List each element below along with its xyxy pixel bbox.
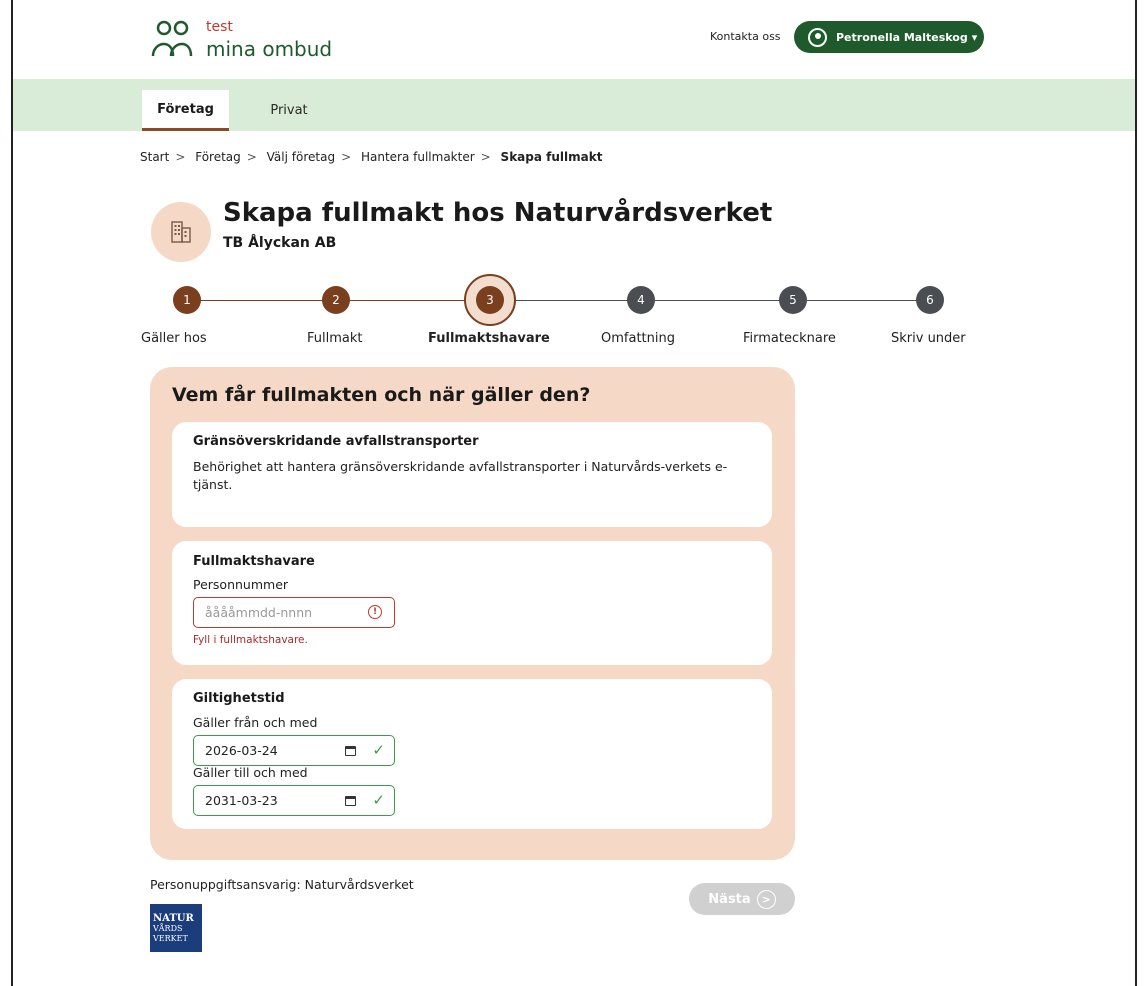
logo-line-1: NATUR	[153, 913, 194, 924]
step-label-2: Fullmakt	[307, 331, 363, 346]
page-frame: test mina ombud Kontakta oss Petronella …	[11, 0, 1137, 986]
stepper-line-todo	[490, 300, 936, 301]
calendar-icon[interactable]	[345, 796, 356, 806]
breadcrumb-separator: >	[480, 150, 491, 164]
step-label-1: Gäller hos	[141, 331, 207, 346]
page-title: Skapa fullmakt hos Naturvårdsverket	[223, 198, 773, 228]
error-icon: !	[368, 605, 382, 619]
personnummer-error: Fyll i fullmaktshavare.	[193, 634, 308, 646]
top-header: test mina ombud Kontakta oss Petronella …	[13, 0, 1135, 79]
main-nav: Företag Privat	[13, 79, 1135, 131]
step-3: 3	[476, 286, 504, 314]
breadcrumb: Start > Företag > Välj företag > Hantera fu…	[140, 150, 608, 164]
logo-line-2: VÅRDS	[153, 924, 183, 933]
logo-test-label: test	[206, 19, 233, 35]
valid-to-input[interactable]: 2031-03-23 ✓	[193, 785, 395, 816]
step-label-6: Skriv under	[891, 331, 966, 346]
holder-title: Fullmaktshavare	[193, 554, 315, 569]
breadcrumb-hantera-fullmakter[interactable]: Hantera fullmakter	[361, 150, 475, 164]
data-controller-text: Personuppgiftsansvarig: Naturvårdsverket	[150, 877, 414, 892]
personnummer-placeholder: ååååmmdd-nnnn	[205, 605, 313, 620]
validity-title: Giltighetstid	[193, 691, 285, 706]
personnummer-input[interactable]: ååååmmdd-nnnn !	[193, 597, 395, 628]
tab-privat[interactable]: Privat	[254, 90, 324, 131]
valid-from-input[interactable]: 2026-03-24 ✓	[193, 735, 395, 766]
chevron-down-icon: ▾	[971, 30, 978, 44]
breadcrumb-start[interactable]: Start	[140, 150, 169, 164]
mina-ombud-logo-icon[interactable]	[151, 20, 197, 60]
scope-title: Gränsöverskridande avfallstransporter	[193, 434, 479, 449]
logo-line-3: VERKET	[153, 934, 188, 943]
form-heading: Vem får fullmakten och när gäller den?	[172, 384, 591, 406]
breadcrumb-separator: >	[246, 150, 257, 164]
scope-description: Behörighet att hantera gränsöverskridand…	[193, 459, 728, 492]
logo-name[interactable]: mina ombud	[206, 37, 332, 61]
user-avatar-icon	[808, 27, 827, 47]
building-icon	[151, 202, 211, 262]
valid-to-label: Gäller till och med	[193, 765, 308, 780]
step-4: 4	[627, 286, 655, 314]
valid-to-value: 2031-03-23	[205, 793, 278, 808]
step-1[interactable]: 1	[173, 286, 201, 314]
step-label-3: Fullmaktshavare	[428, 331, 550, 346]
step-label-4: Omfattning	[601, 331, 675, 346]
step-6: 6	[916, 286, 944, 314]
step-5: 5	[779, 286, 807, 314]
valid-from-label: Gäller från och med	[193, 715, 318, 730]
step-label-5: Firmatecknare	[743, 331, 836, 346]
step-2[interactable]: 2	[322, 286, 350, 314]
calendar-icon[interactable]	[345, 746, 356, 756]
breadcrumb-current: Skapa fullmakt	[500, 150, 603, 164]
contact-link[interactable]: Kontakta oss	[710, 30, 781, 43]
breadcrumb-foretag[interactable]: Företag	[195, 150, 241, 164]
next-button[interactable]: Nästa >	[689, 883, 795, 915]
naturvardsverket-logo: NATUR VÅRDS VERKET	[150, 904, 202, 952]
company-name: TB Ålyckan AB	[223, 235, 337, 251]
breadcrumb-separator: >	[341, 150, 352, 164]
personnummer-label: Personnummer	[193, 577, 289, 592]
holder-card: Fullmaktshavare Personnummer ååååmmdd-nn…	[172, 541, 772, 665]
breadcrumb-separator: >	[175, 150, 186, 164]
check-icon: ✓	[372, 741, 385, 759]
tab-foretag[interactable]: Företag	[142, 90, 229, 131]
check-icon: ✓	[372, 791, 385, 809]
scope-card: Gränsöverskridande avfallstransporter Be…	[172, 422, 772, 527]
validity-card: Giltighetstid Gäller från och med 2026-0…	[172, 679, 772, 829]
arrow-right-icon: >	[756, 889, 776, 909]
user-menu-button[interactable]: Petronella Malteskog ▾	[794, 21, 984, 53]
next-button-label: Nästa	[708, 891, 751, 907]
user-name: Petronella Malteskog	[836, 30, 968, 44]
valid-from-value: 2026-03-24	[205, 743, 278, 758]
breadcrumb-valj-foretag[interactable]: Välj företag	[267, 150, 335, 164]
